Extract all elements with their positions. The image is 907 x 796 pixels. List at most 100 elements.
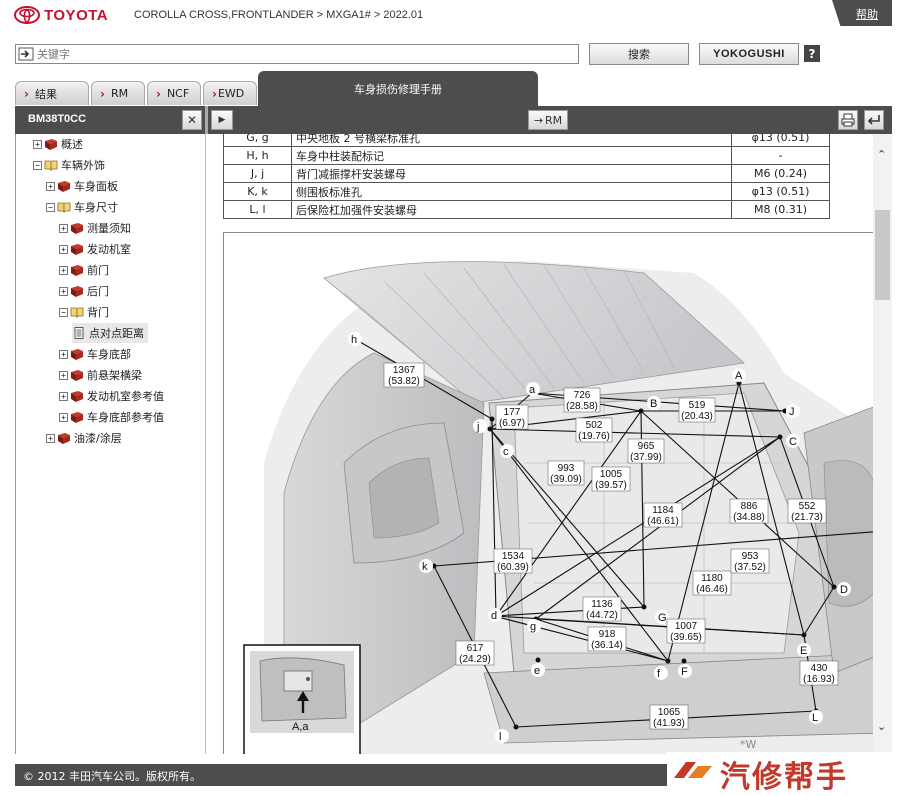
point-label-g: g: [527, 619, 541, 633]
book-closed-icon: [71, 349, 83, 360]
svg-text:l: l: [499, 731, 501, 743]
table-row: K, k 侧围板标准孔 φ13 (0.51): [223, 182, 830, 201]
tree-item-engine-reference[interactable]: + 发动机室参考值: [59, 386, 164, 406]
close-panel-button[interactable]: ✕: [182, 110, 202, 130]
tree-item-measurement-notes[interactable]: + 测量须知: [59, 218, 131, 238]
svg-text:h: h: [351, 334, 357, 346]
svg-text:(39.09): (39.09): [550, 474, 582, 485]
tree-item-body-panels[interactable]: + 车身面板: [46, 176, 118, 196]
expand-icon[interactable]: +: [59, 349, 68, 359]
tree-item-body-dimensions[interactable]: − 车身尺寸: [46, 197, 118, 217]
tree-item-underbody[interactable]: + 车身底部: [59, 344, 131, 364]
tab-body-repair-manual[interactable]: 车身损伤修理手册: [258, 71, 538, 106]
diagram-canvas: h a A B J C j c k D d g G E e f F L l 13…: [243, 261, 882, 754]
svg-text:(39.57): (39.57): [595, 480, 627, 491]
scroll-down-icon[interactable]: ⌄: [877, 720, 886, 733]
return-button[interactable]: [864, 110, 884, 130]
svg-text:(36.14): (36.14): [591, 640, 623, 651]
dimension-label: 1007(39.65): [666, 618, 706, 644]
description-cell: 车身中柱装配标记: [291, 146, 732, 165]
dimension-label: 177(6.97): [495, 404, 529, 430]
tree-item-engine-compartment[interactable]: + 发动机室: [59, 239, 131, 259]
description-cell: 侧围板标准孔: [291, 182, 732, 201]
expand-icon[interactable]: +: [59, 286, 68, 296]
point-label-f: f: [654, 666, 668, 680]
book-closed-icon: [71, 370, 83, 381]
book-closed-icon: [45, 139, 57, 150]
dimension-label: 965(37.99): [627, 438, 665, 464]
search-bar[interactable]: [15, 44, 579, 64]
book-closed-icon: [71, 223, 83, 234]
close-icon: ✕: [186, 113, 198, 127]
panel-splitter[interactable]: [205, 106, 208, 134]
book-closed-icon: [71, 244, 83, 255]
tree-item-overview[interactable]: + 概述: [33, 134, 83, 154]
table-row: L, l 后保险杠加强件安装螺母 M8 (0.31): [223, 200, 830, 219]
dimension-label: 502(19.76): [575, 417, 613, 443]
dimension-label: 1180(46.46): [692, 570, 732, 596]
book-open-icon: [57, 202, 71, 213]
tab-ewd[interactable]: › EWD: [203, 81, 257, 105]
yokogushi-button[interactable]: YOKOGUSHI: [699, 43, 799, 65]
go-to-rm-button[interactable]: → RM: [528, 110, 568, 130]
chevron-right-icon: ›: [100, 86, 105, 101]
help-link[interactable]: 帮助: [856, 6, 878, 22]
description-cell: 后保险杠加强件安装螺母: [291, 200, 732, 219]
tree-item-label: 车身尺寸: [74, 201, 118, 214]
print-button[interactable]: [838, 110, 858, 130]
point-label-c: c: [500, 444, 514, 458]
point-label-C: C: [786, 434, 800, 448]
svg-text:1367: 1367: [393, 365, 416, 376]
expand-icon[interactable]: +: [59, 223, 68, 233]
chevron-right-icon: ›: [24, 86, 29, 101]
svg-text:(28.58): (28.58): [566, 401, 598, 412]
tree-item-underbody-reference[interactable]: + 车身底部参考值: [59, 407, 164, 427]
book-closed-icon: [71, 391, 83, 402]
collapse-icon[interactable]: −: [59, 307, 68, 317]
tree-item-point-to-point[interactable]: 点对点距离: [72, 323, 148, 343]
tree-item-exterior[interactable]: − 车辆外饰: [33, 155, 105, 175]
tree-item-label: 前门: [87, 264, 109, 277]
toggle-panel-button[interactable]: ▶: [211, 110, 233, 130]
svg-text:965: 965: [638, 441, 655, 452]
expand-icon[interactable]: +: [59, 265, 68, 275]
rm-label: RM: [545, 113, 563, 127]
tree-item-paint-coating[interactable]: + 油漆/涂层: [46, 428, 122, 448]
top-header: TOYOTA COROLLA CROSS,FRONTLANDER > MXGA1…: [0, 0, 907, 32]
svg-text:1136: 1136: [591, 599, 613, 610]
svg-text:C: C: [789, 436, 797, 448]
tab-ncf[interactable]: › NCF: [147, 81, 201, 105]
expand-icon[interactable]: +: [59, 391, 68, 401]
tab-results[interactable]: › 结果: [15, 81, 89, 105]
svg-text:726: 726: [574, 390, 591, 401]
scrollbar-thumb[interactable]: [875, 210, 890, 300]
help-question-button[interactable]: ?: [804, 45, 820, 62]
search-button[interactable]: 搜索: [589, 43, 689, 65]
toyota-emblem-icon: [14, 6, 40, 24]
expand-icon[interactable]: +: [59, 412, 68, 422]
svg-text:(20.43): (20.43): [681, 411, 713, 422]
scroll-up-icon[interactable]: ⌃: [877, 148, 886, 161]
content-scrollbar[interactable]: ⌃ ⌄: [873, 134, 892, 754]
book-closed-icon: [58, 181, 70, 192]
tab-rm[interactable]: › RM: [91, 81, 145, 105]
tree-item-rear-door[interactable]: + 后门: [59, 281, 109, 301]
expand-icon[interactable]: +: [46, 181, 55, 191]
tree-item-front-door[interactable]: + 前门: [59, 260, 109, 280]
help-tab[interactable]: 帮助: [832, 0, 892, 26]
tree-item-back-door[interactable]: − 背门: [59, 302, 109, 322]
search-input[interactable]: [37, 47, 567, 61]
expand-icon[interactable]: +: [59, 370, 68, 380]
expand-icon[interactable]: +: [59, 244, 68, 254]
tab-label: EWD: [217, 87, 245, 100]
collapse-icon[interactable]: −: [46, 202, 55, 212]
point-label-l: l: [495, 729, 509, 743]
collapse-icon[interactable]: −: [33, 160, 42, 170]
point-label-L: L: [809, 710, 823, 724]
svg-text:918: 918: [599, 629, 616, 640]
tree-item-front-crossmember[interactable]: + 前悬架横梁: [59, 365, 142, 385]
svg-text:(39.65): (39.65): [670, 632, 702, 643]
expand-icon[interactable]: +: [33, 139, 42, 149]
expand-icon[interactable]: +: [46, 433, 55, 443]
point-label-e: e: [531, 663, 545, 677]
